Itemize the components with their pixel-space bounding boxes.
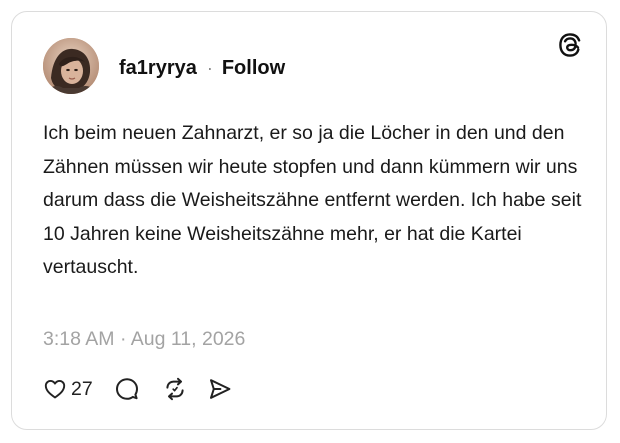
comment-button[interactable] xyxy=(114,376,140,402)
separator-dot: · xyxy=(206,58,213,78)
like-count: 27 xyxy=(71,378,93,400)
post-header: fa1ryrya · Follow xyxy=(119,56,285,80)
threads-logo-icon[interactable] xyxy=(557,32,583,58)
heart-icon xyxy=(43,377,67,401)
username[interactable]: fa1ryrya xyxy=(119,56,197,80)
repost-icon xyxy=(162,376,188,402)
post-text: Ich beim neuen Zahnarzt, er so ja die Lö… xyxy=(43,122,582,278)
threads-post-card: fa1ryrya · Follow Ich beim neuen Zahnarz… xyxy=(11,11,607,430)
repost-button[interactable] xyxy=(162,376,188,402)
follow-button[interactable]: Follow xyxy=(222,56,285,80)
like-button[interactable]: 27 xyxy=(43,377,93,401)
post-timestamp[interactable]: 3:18 AM · Aug 11, 2026 xyxy=(43,326,245,352)
action-bar: 27 xyxy=(43,375,233,403)
send-icon xyxy=(207,376,233,402)
share-button[interactable] xyxy=(207,376,233,402)
comment-bubble-icon xyxy=(114,376,140,402)
avatar[interactable] xyxy=(43,38,99,94)
